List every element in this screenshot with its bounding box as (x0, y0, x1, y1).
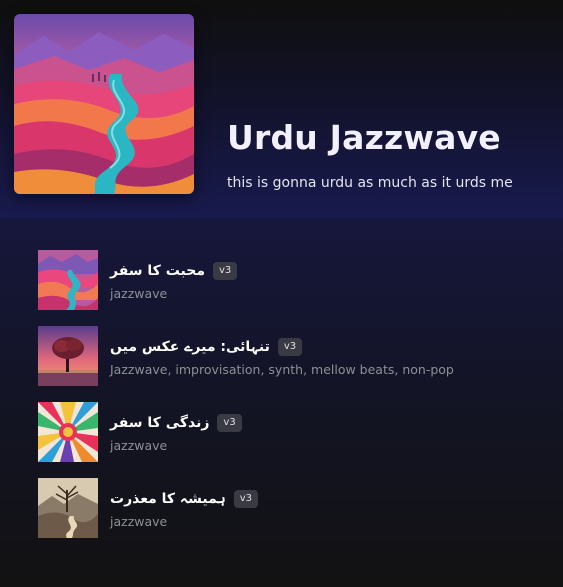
track-title: ہمیشہ کا معذرت (110, 491, 226, 507)
track-tags: Jazzwave, improvisation, synth, mellow b… (110, 362, 454, 377)
version-badge: v3 (233, 490, 258, 508)
track-tags: jazzwave (110, 286, 168, 301)
track-thumbnail (38, 250, 98, 310)
track-row[interactable]: زندگی کا سفر v3 jazzwave (38, 402, 518, 462)
track-title: محبت کا سفر (110, 263, 205, 279)
playlist-title: Urdu Jazzwave (227, 118, 501, 157)
version-badge: v3 (217, 414, 242, 432)
track-row[interactable]: محبت کا سفر v3 jazzwave (38, 250, 518, 310)
track-thumbnail (38, 402, 98, 462)
track-tags: jazzwave (110, 438, 168, 453)
barren-tree-path-art (38, 478, 98, 538)
playlist-cover-image (14, 14, 194, 194)
playlist-description: this is gonna urdu as much as it urds me (227, 175, 513, 191)
track-title: تنہائی: میرے عکس میں (110, 339, 270, 355)
track-tags: jazzwave (110, 514, 168, 529)
pink-valley-river-art (38, 250, 98, 310)
playlist-header: Urdu Jazzwave this is gonna urdu as much… (0, 0, 563, 218)
track-row[interactable]: تنہائی: میرے عکس میں v3 Jazzwave, improv… (38, 326, 518, 386)
track-title-row: محبت کا سفر v3 (110, 260, 238, 282)
track-row[interactable]: ہمیشہ کا معذرت v3 jazzwave (38, 478, 518, 538)
version-badge: v3 (277, 338, 303, 356)
color-explosion-art (38, 402, 98, 462)
track-thumbnail (38, 326, 98, 386)
track-list: محبت کا سفر v3 jazzwave تنہائی: میرے عکس… (0, 218, 563, 587)
version-badge: v3 (213, 262, 238, 280)
track-title-row: زندگی کا سفر v3 (110, 412, 242, 434)
track-thumbnail (38, 478, 98, 538)
lone-tree-sunset-art (38, 326, 98, 386)
track-title-row: ہمیشہ کا معذرت v3 (110, 488, 258, 510)
track-title: زندگی کا سفر (110, 415, 210, 431)
track-title-row: تنہائی: میرے عکس میں v3 (110, 336, 303, 358)
landscape-valley-river-art (14, 14, 194, 194)
